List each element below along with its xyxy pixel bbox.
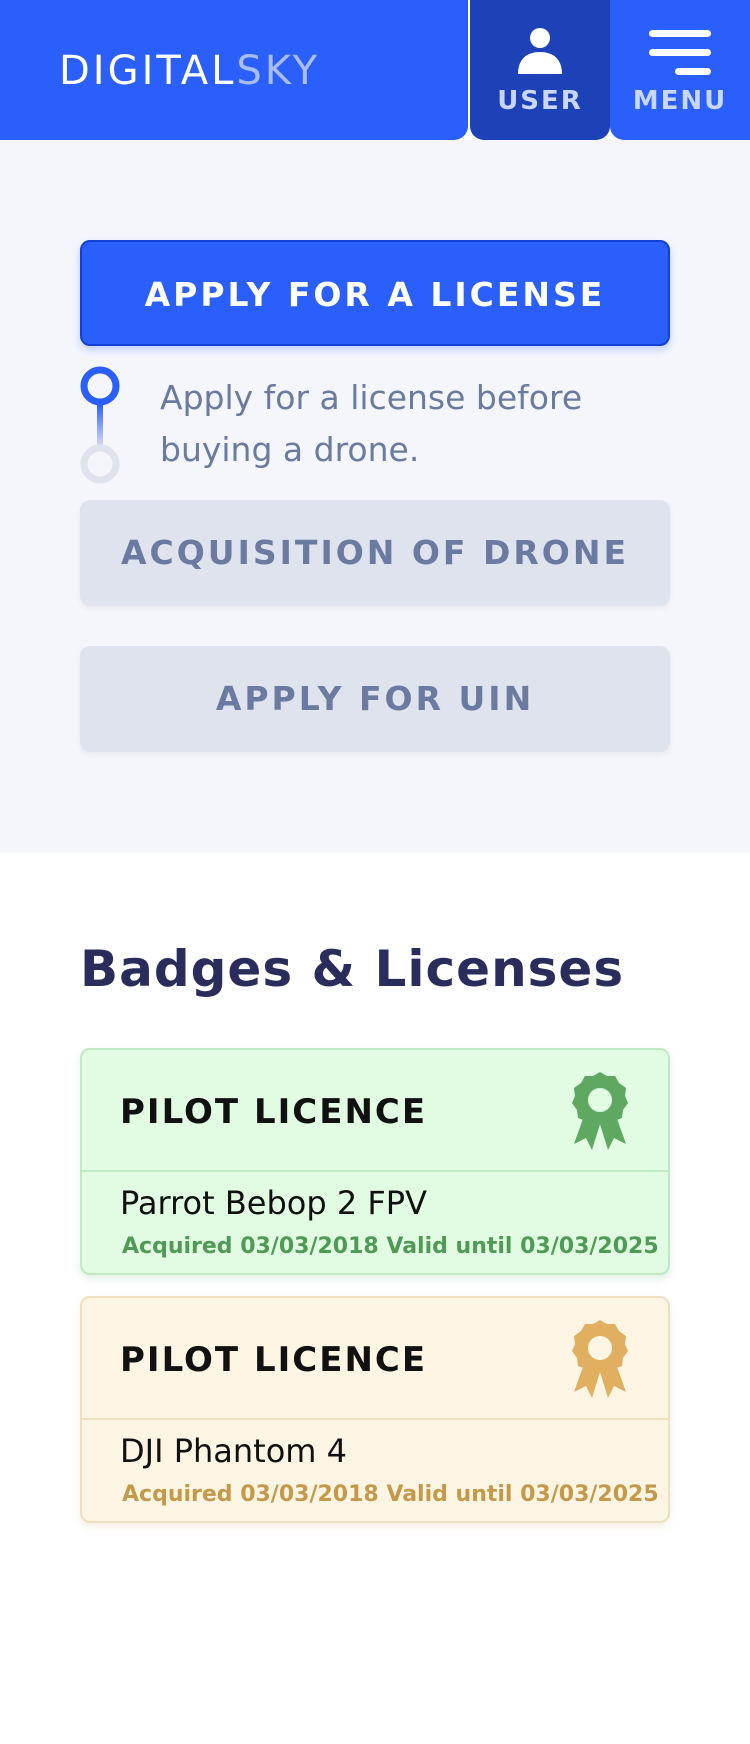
menu-label: MENU	[632, 86, 728, 116]
card-title: PILOT LICENCE	[120, 1340, 428, 1380]
apply-license-button[interactable]: APPLY FOR A LICENSE	[80, 240, 670, 346]
user-label: USER	[497, 86, 583, 116]
card-divider	[82, 1170, 668, 1172]
card-divider	[82, 1418, 668, 1420]
menu-button[interactable]: MENU	[610, 0, 750, 140]
digitalsky-logo[interactable]: DIGITALSKY	[59, 48, 320, 94]
card-validity: Acquired 03/03/2018 Valid until 03/03/20…	[122, 1234, 659, 1259]
step-timeline-icon	[80, 366, 120, 484]
card-drone-name: DJI Phantom 4	[120, 1432, 347, 1470]
apply-for-uin-button[interactable]: APPLY FOR UIN	[80, 646, 670, 752]
card-drone-name: Parrot Bebop 2 FPV	[120, 1184, 427, 1222]
top-header: DIGITALSKY USER MENU	[0, 0, 750, 140]
license-card[interactable]: PILOT LICENCE DJI Phantom 4 Acquired 03/…	[80, 1296, 670, 1523]
step-note: Apply for a license before buying a dron…	[160, 378, 583, 469]
user-icon	[518, 28, 562, 74]
award-ribbon-icon	[572, 1072, 628, 1150]
award-ribbon-icon	[572, 1320, 628, 1398]
acquisition-of-drone-button[interactable]: ACQUISITION OF DRONE	[80, 500, 670, 606]
license-card[interactable]: PILOT LICENCE Parrot Bebop 2 FPV Acquire…	[80, 1048, 670, 1275]
card-title: PILOT LICENCE	[120, 1092, 428, 1132]
user-button[interactable]: USER	[470, 0, 610, 140]
menu-line	[649, 49, 711, 56]
license-steps-section: APPLY FOR A LICENSE Apply for a license …	[0, 140, 750, 853]
card-header: PILOT LICENCE	[82, 1298, 668, 1418]
badges-title: Badges & Licenses	[80, 940, 625, 998]
logo-part-sky: SKY	[236, 48, 321, 94]
logo-part-digital: DIGITAL	[59, 48, 237, 94]
menu-line	[675, 68, 711, 75]
card-validity: Acquired 03/03/2018 Valid until 03/03/20…	[122, 1482, 659, 1507]
brand-bar: DIGITALSKY	[0, 0, 468, 140]
hamburger-menu-icon	[649, 30, 711, 76]
menu-line	[649, 30, 711, 37]
card-header: PILOT LICENCE	[82, 1050, 668, 1170]
